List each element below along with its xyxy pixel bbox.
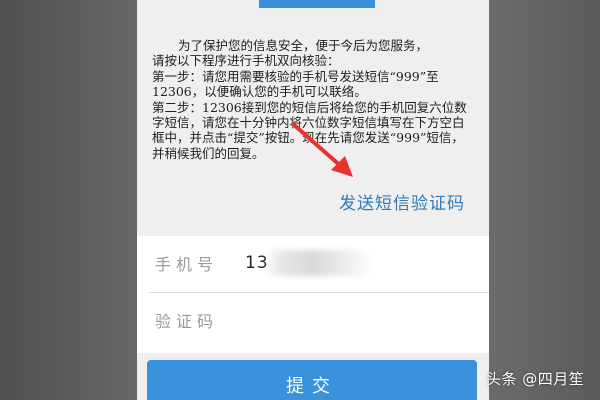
phone-number-blur-mask (263, 250, 373, 276)
verification-code-row: 验证码 (137, 293, 489, 347)
top-blue-strip (259, 0, 375, 8)
send-sms-code-link[interactable]: 发送短信验证码 (339, 189, 465, 214)
red-arrow-icon (291, 122, 353, 177)
phone-number-row: 手机号 13 (137, 236, 489, 290)
submit-button[interactable]: 提交 (147, 360, 477, 400)
background-left-panel (0, 0, 137, 400)
background-right-panel (489, 0, 600, 400)
notice-line-1: 为了保护您的信息安全，便于今后为您服务， (178, 38, 429, 53)
verification-code-input[interactable] (245, 300, 489, 340)
notice-line-2: 请按以下程序进行手机双向核验： (152, 53, 340, 69)
verification-form: 手机号 13 验证码 (137, 236, 489, 353)
notice-step-1: 第一步：请您用需要核验的手机号发送短信“999”至12306，以便确认您的手机可… (152, 68, 439, 100)
verification-code-label: 验证码 (155, 312, 219, 331)
phone-number-label: 手机号 (155, 255, 219, 274)
phone-screen: 为了保护您的信息安全，便于今后为您服务， 请按以下程序进行手机双向核验： 第一步… (137, 0, 489, 400)
watermark: 头条 @四月笙 (486, 370, 585, 388)
